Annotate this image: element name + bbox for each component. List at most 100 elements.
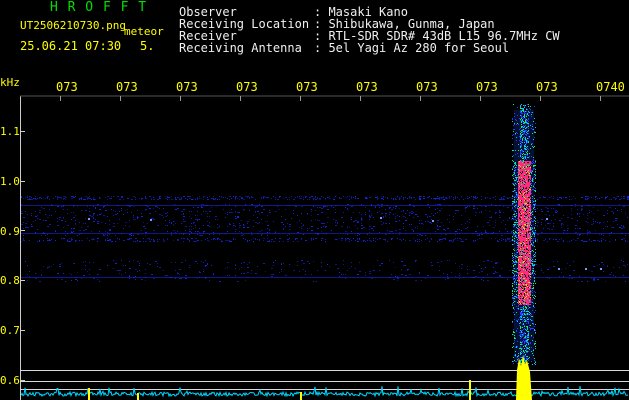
noise-dot [131, 235, 132, 236]
echo-pixel [524, 319, 525, 320]
noise-dot [123, 199, 124, 200]
echo-pixel [534, 190, 535, 191]
echo-pixel [521, 178, 522, 179]
echo-pixel [519, 216, 520, 217]
noise-dot [439, 226, 441, 227]
noise-dot [193, 223, 194, 224]
echo-pixel [530, 253, 531, 254]
echo-pixel [524, 282, 525, 283]
noise-dot [219, 239, 221, 240]
echo-pixel [528, 215, 529, 216]
noise-dot [273, 265, 274, 266]
noise-dot [197, 220, 198, 221]
noise-dot [459, 238, 461, 239]
noise-dot [145, 197, 146, 198]
echo-pixel [521, 196, 522, 197]
echo-pixel [529, 297, 530, 298]
echo-pixel [525, 303, 526, 304]
noise-dot [37, 229, 38, 230]
noise-dot [241, 235, 243, 236]
noise-dot [507, 220, 508, 221]
echo-pixel [530, 279, 531, 280]
echo-pixel [521, 118, 522, 119]
echo-pixel [523, 108, 524, 109]
echo-pixel [513, 134, 514, 135]
noise-dot [593, 278, 595, 279]
echo-pixel [513, 201, 514, 202]
echo-pixel [522, 154, 523, 155]
noise-dot [191, 218, 192, 219]
noise-dot [61, 197, 62, 198]
echo-pixel [520, 327, 521, 328]
noise-dot [275, 232, 276, 233]
noise-dot [437, 262, 439, 263]
noise-dot [513, 235, 514, 236]
noise-dot [503, 212, 504, 213]
echo-pixel [531, 257, 532, 258]
echo-pixel [513, 214, 514, 215]
echo-pixel [529, 176, 530, 177]
echo-pixel [527, 300, 528, 301]
noise-dot [209, 234, 210, 235]
echo-pixel [529, 153, 530, 154]
echo-pixel [513, 219, 514, 220]
echo-pixel [523, 176, 524, 177]
echo-pixel [517, 199, 518, 200]
noise-dot [119, 239, 120, 240]
echo-pixel [530, 315, 531, 316]
echo-pixel [518, 268, 519, 269]
noise-dot [535, 216, 536, 217]
noise-dot [577, 213, 578, 214]
noise-dot [75, 220, 76, 221]
echo-pixel [521, 250, 522, 251]
echo-pixel [514, 214, 515, 215]
echo-pixel [527, 150, 528, 151]
echo-pixel [520, 252, 521, 253]
echo-pixel [523, 186, 524, 187]
noise-dot [27, 265, 28, 266]
echo-pixel [524, 233, 525, 234]
noise-dot [589, 240, 590, 241]
noise-dot [311, 211, 312, 212]
echo-pixel [524, 200, 525, 201]
echo-pixel [528, 308, 529, 309]
noise-dot [367, 234, 368, 235]
noise-dot [549, 223, 551, 224]
echo-pixel [522, 272, 523, 273]
noise-dot [555, 210, 557, 211]
echo-pixel [518, 177, 519, 178]
noise-dot [57, 273, 59, 274]
echo-pixel [533, 129, 534, 130]
echo-pixel [521, 236, 522, 237]
echo-pixel [518, 264, 519, 265]
noise-dot [223, 197, 224, 198]
noise-dot [415, 214, 417, 215]
echo-pixel [527, 199, 528, 200]
echo-pixel [530, 191, 531, 192]
echo-pixel [531, 274, 532, 275]
noise-dot [173, 240, 174, 241]
echo-pixel [520, 238, 521, 239]
noise-dot [495, 238, 496, 239]
noise-dot [67, 239, 68, 240]
echo-pixel [523, 230, 524, 231]
echo-pixel [521, 176, 522, 177]
echo-pixel [514, 206, 515, 207]
noise-dot [189, 198, 191, 199]
noise-dot [589, 210, 590, 211]
noise-dot [571, 199, 572, 200]
noise-dot [121, 197, 123, 198]
noise-dot [571, 214, 572, 215]
noise-dot [311, 215, 312, 216]
noise-dot [357, 239, 358, 240]
echo-pixel [521, 185, 522, 186]
noise-dot [347, 234, 348, 235]
echo-pixel [519, 233, 520, 234]
noise-dot [553, 225, 554, 226]
echo-pixel [520, 352, 521, 353]
echo-pixel [519, 118, 520, 119]
noise-dot [263, 197, 264, 198]
echo-pixel [523, 254, 524, 255]
echo-pixel [524, 261, 525, 262]
noise-dot [505, 224, 506, 225]
